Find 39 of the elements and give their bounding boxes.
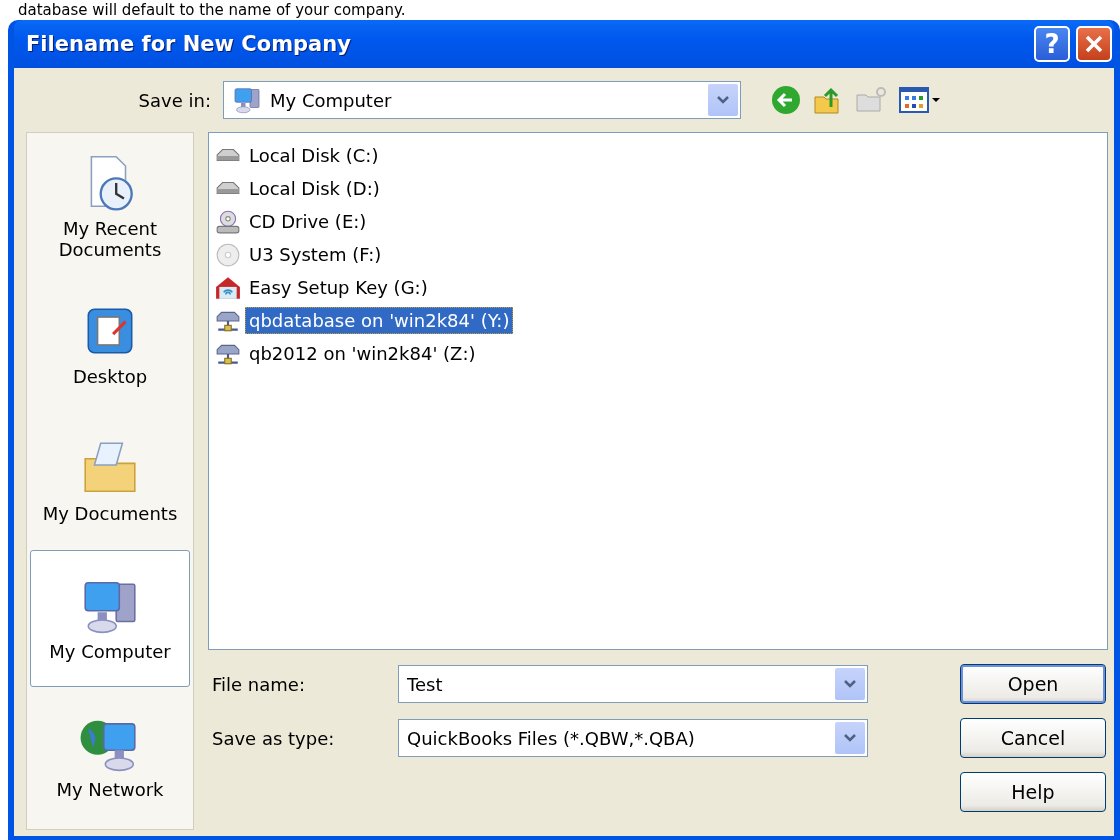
close-icon bbox=[1083, 33, 1105, 55]
chevron-icon bbox=[843, 679, 857, 689]
save-in-dropdown[interactable]: My Computer bbox=[223, 81, 741, 119]
help-button[interactable]: Help bbox=[960, 772, 1106, 812]
save-as-type-dropdown[interactable]: QuickBooks Files (*.QBW,*.QBA) bbox=[398, 719, 868, 757]
dropdown-arrow-button[interactable] bbox=[708, 84, 738, 116]
view-menu-icon[interactable] bbox=[899, 85, 941, 115]
chevron-icon bbox=[716, 95, 730, 105]
places-item[interactable]: My Network bbox=[30, 687, 190, 825]
page-text: database will default to the name of your company. bbox=[17, 0, 407, 20]
cancel-button[interactable]: Cancel bbox=[960, 718, 1106, 758]
file-list-item[interactable]: qbdatabase on 'win2k84' (Y:) bbox=[245, 307, 514, 334]
file-list-item[interactable]: CD Drive (E:) bbox=[245, 208, 371, 235]
file-list-item[interactable]: Local Disk (D:) bbox=[245, 175, 384, 202]
open-button[interactable]: Open bbox=[960, 664, 1106, 704]
place-label: My Documents bbox=[42, 503, 178, 525]
place-label: My Computer bbox=[49, 641, 171, 663]
places-item[interactable]: My Computer bbox=[30, 549, 190, 688]
place-label: My Recent Documents bbox=[57, 217, 163, 260]
file-name-field[interactable]: Test bbox=[398, 665, 868, 703]
places-item[interactable]: Desktop bbox=[30, 274, 190, 413]
places-item[interactable]: My Documents bbox=[30, 412, 190, 550]
dropdown-arrow-button[interactable] bbox=[835, 668, 865, 700]
computer-icon bbox=[232, 85, 262, 115]
place-label: My Network bbox=[56, 778, 164, 800]
close-button[interactable] bbox=[1076, 26, 1112, 62]
file-name-label: File name: bbox=[211, 673, 306, 695]
save-as-type-label: Save as type: bbox=[211, 727, 336, 749]
dropdown-arrow-button[interactable] bbox=[835, 722, 865, 754]
file-list-item[interactable]: U3 System (F:) bbox=[245, 241, 386, 268]
help-button[interactable]: ? bbox=[1034, 26, 1070, 62]
window-title: Filename for New Company bbox=[26, 32, 352, 56]
file-list-item[interactable]: qb2012 on 'win2k84' (Z:) bbox=[245, 340, 480, 367]
save-in-label: Save in: bbox=[137, 89, 212, 111]
places-item[interactable]: My Recent Documents bbox=[30, 137, 190, 275]
file-list-item[interactable]: Easy Setup Key (G:) bbox=[245, 274, 432, 301]
place-label: Desktop bbox=[72, 365, 148, 387]
chevron-icon bbox=[843, 733, 857, 743]
file-list-item[interactable]: Local Disk (C:) bbox=[245, 142, 383, 169]
